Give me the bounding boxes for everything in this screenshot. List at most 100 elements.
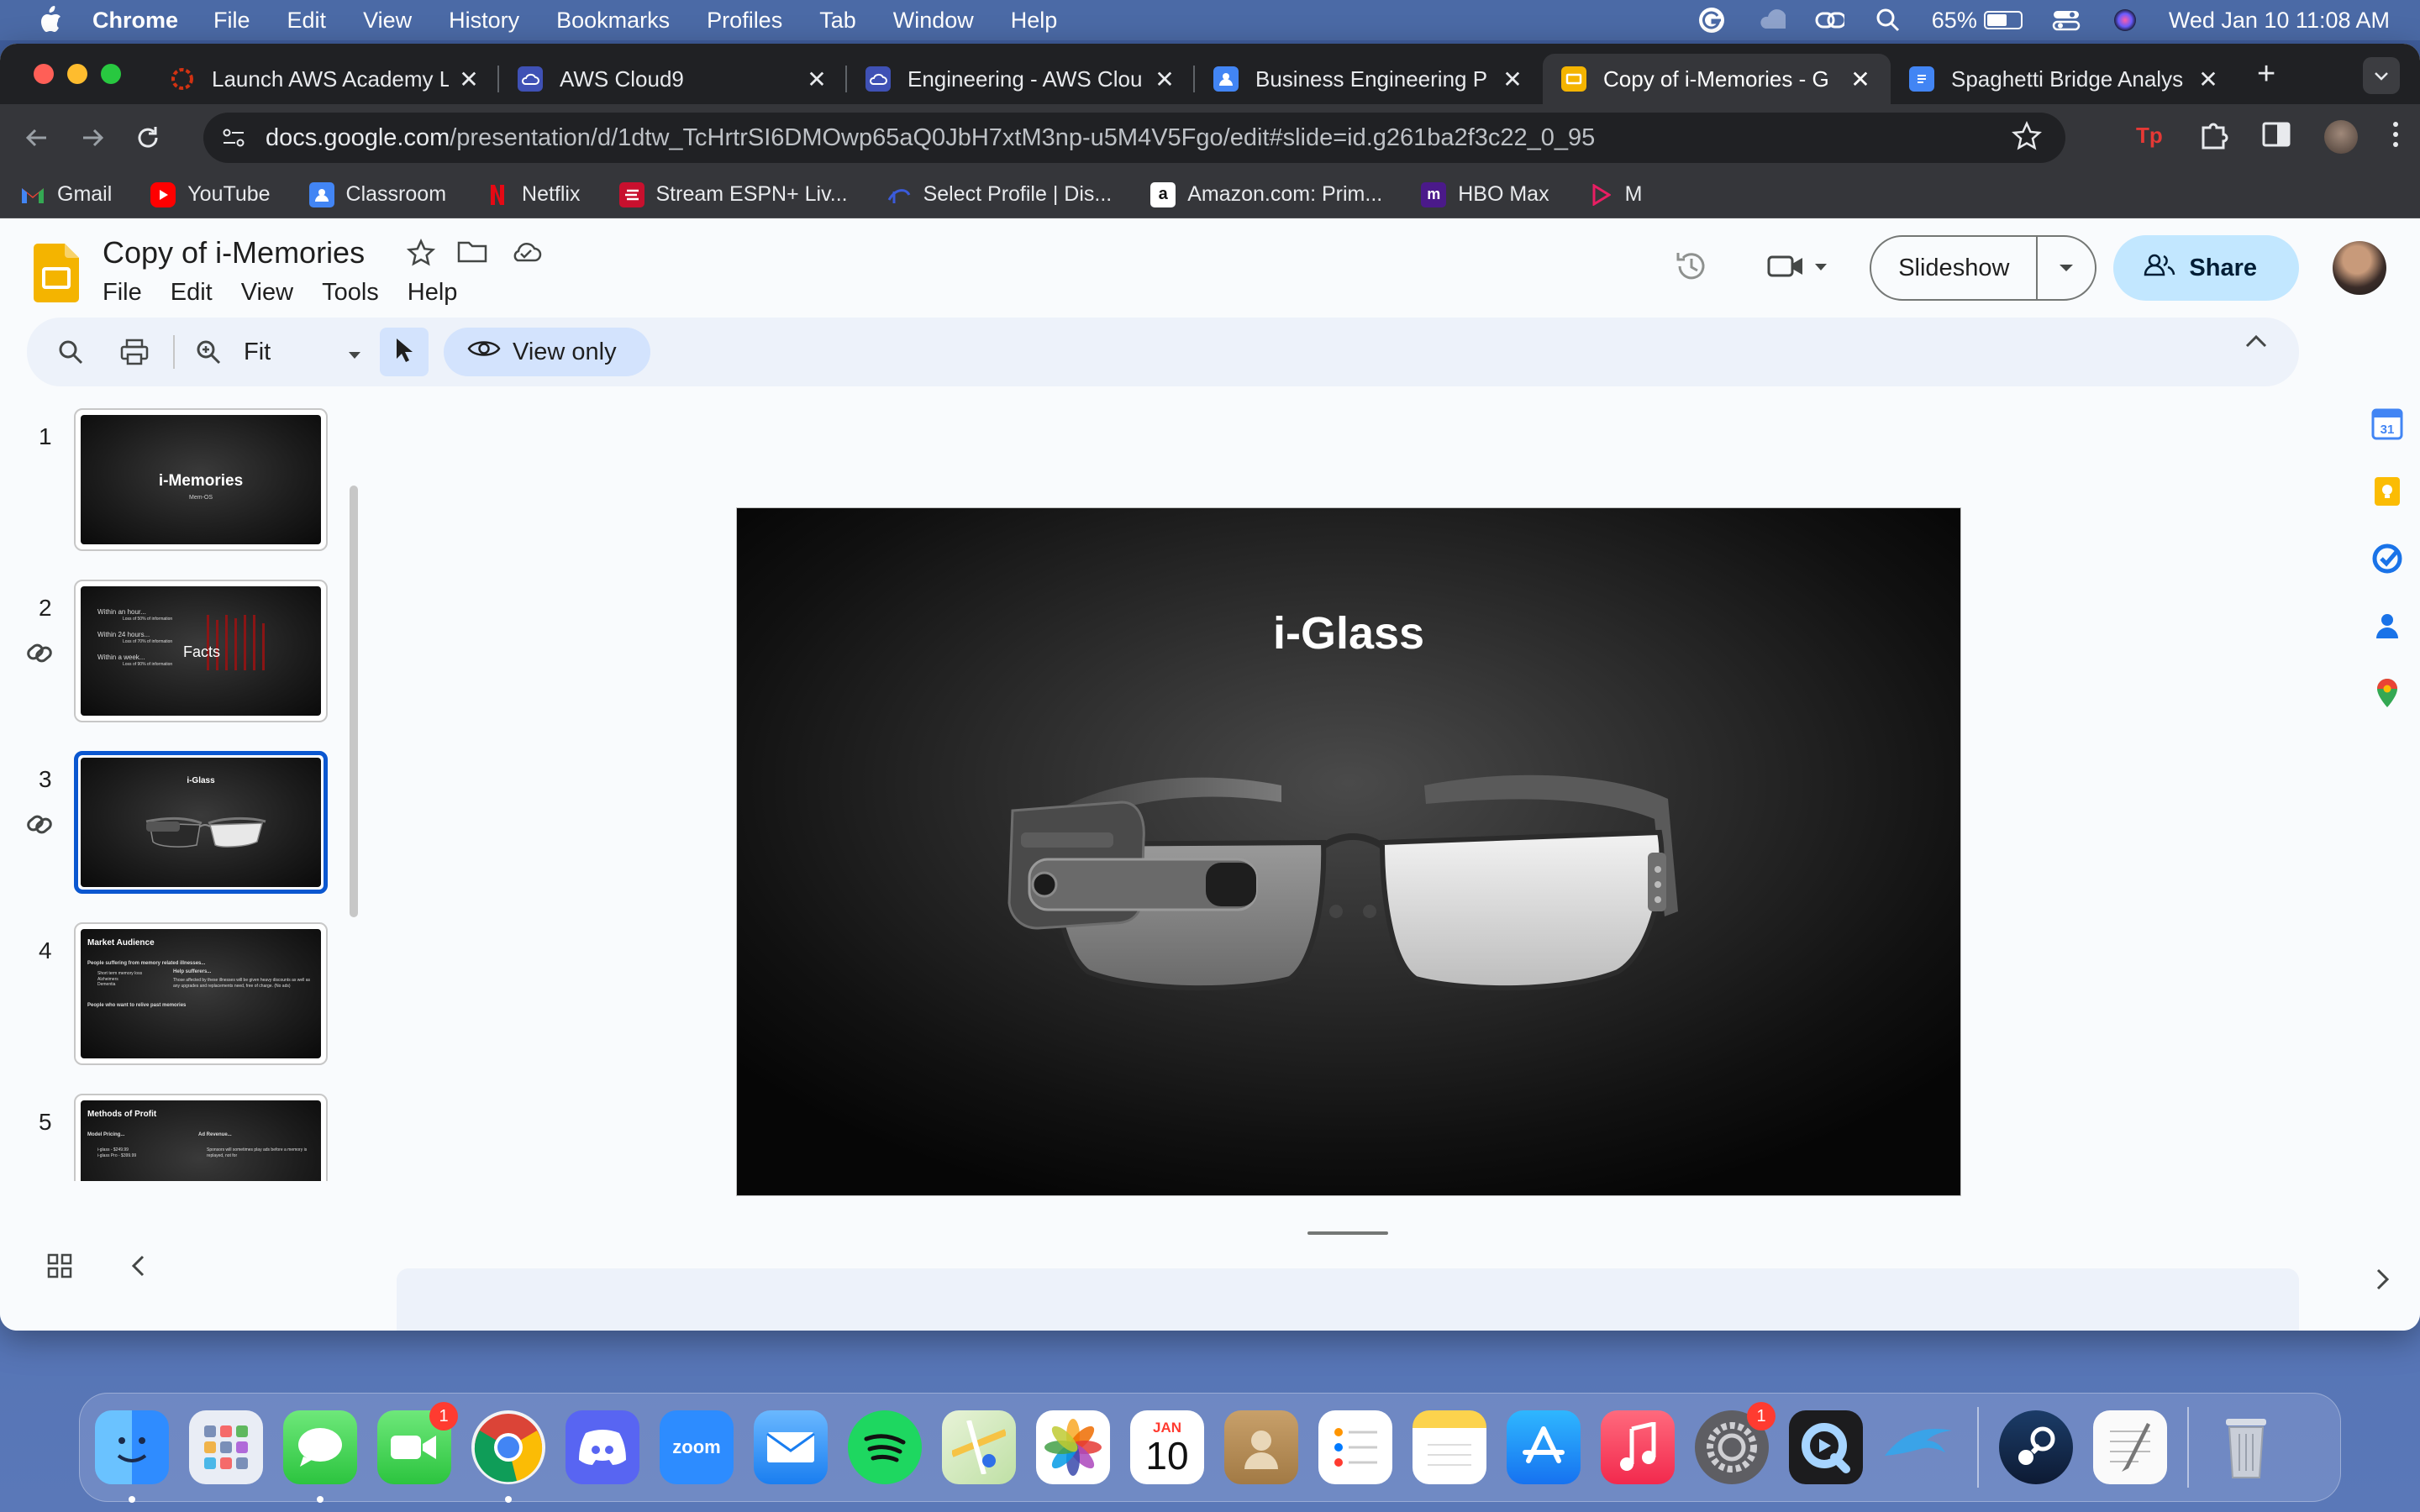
app-store-icon[interactable] [1507, 1410, 1581, 1484]
siri-icon[interactable] [2110, 8, 2140, 33]
maps-pin-icon[interactable] [2371, 677, 2403, 709]
chrome-menu-icon[interactable] [2391, 120, 2400, 153]
spotify-icon[interactable] [848, 1410, 922, 1484]
reminders-icon[interactable] [1318, 1410, 1392, 1484]
menubar-profiles[interactable]: Profiles [707, 8, 782, 34]
bookmark-espn[interactable]: Stream ESPN+ Liv... [618, 181, 848, 207]
star-icon[interactable] [406, 238, 436, 271]
settings-icon[interactable]: 1 [1695, 1402, 1776, 1484]
zoom-window-button[interactable] [101, 64, 121, 84]
tab-business-engineering[interactable]: Business Engineering P ✕ [1195, 54, 1543, 104]
menubar-history[interactable]: History [449, 8, 519, 34]
tab-launch-aws-academy[interactable]: Launch AWS Academy L ✕ [151, 54, 499, 104]
tasks-icon[interactable] [2371, 543, 2403, 575]
meet-button[interactable] [1767, 253, 1828, 284]
search-menus-icon[interactable] [50, 332, 91, 372]
active-app-name[interactable]: Chrome [92, 8, 178, 34]
reload-icon[interactable] [129, 119, 166, 156]
slideshow-options-dropdown[interactable] [2038, 264, 2095, 272]
docs-menu-file[interactable]: File [103, 279, 142, 307]
calendar-icon[interactable]: 31 [2371, 408, 2403, 440]
minimize-window-button[interactable] [67, 64, 87, 84]
spotlight-search-icon[interactable] [1873, 8, 1903, 33]
document-title[interactable]: Copy of i-Memories [103, 235, 365, 270]
tab-close-icon[interactable]: ✕ [2196, 66, 2220, 93]
launchpad-icon[interactable] [189, 1410, 263, 1484]
share-button[interactable]: Share [2113, 235, 2299, 301]
bookmark-netflix[interactable]: Netflix [485, 182, 581, 207]
finder-icon[interactable] [95, 1410, 169, 1503]
grid-view-icon[interactable] [47, 1253, 72, 1283]
collapse-filmstrip-icon[interactable] [131, 1255, 145, 1281]
tab-close-icon[interactable]: ✕ [1153, 66, 1176, 93]
quicktime-icon[interactable] [1789, 1410, 1863, 1484]
photos-icon[interactable] [1036, 1410, 1110, 1484]
menubar-tab[interactable]: Tab [819, 8, 856, 34]
bookmark-disney[interactable]: Select Profile | Dis... [886, 182, 1112, 207]
print-icon[interactable] [114, 332, 155, 372]
docs-menu-view[interactable]: View [241, 279, 293, 307]
menubar-clock[interactable]: Wed Jan 10 11:08 AM [2169, 8, 2390, 34]
maps-icon[interactable] [942, 1410, 1016, 1484]
zoom-select[interactable]: Fit [244, 339, 361, 366]
mail-icon[interactable] [754, 1410, 828, 1484]
view-only-badge[interactable]: View only [444, 328, 650, 376]
calendar-icon[interactable]: JAN 10 [1130, 1410, 1204, 1484]
menubar-bookmarks[interactable]: Bookmarks [556, 8, 670, 34]
new-tab-button[interactable]: + [2257, 56, 2275, 92]
account-avatar[interactable] [2333, 241, 2386, 295]
speaker-notes-panel[interactable] [397, 1268, 2299, 1331]
control-center-icon[interactable] [2051, 8, 2081, 33]
contacts-icon[interactable] [2371, 610, 2403, 642]
extensions-puzzle-icon[interactable] [2198, 119, 2228, 154]
slide-canvas[interactable]: i-Glass [736, 507, 1961, 1196]
tab-spaghetti-bridge[interactable]: Spaghetti Bridge Analys ✕ [1891, 54, 2238, 104]
tab-search-icon[interactable] [2363, 57, 2400, 94]
back-arrow-icon[interactable] [18, 119, 55, 156]
bookmark-star-icon[interactable] [2011, 120, 2043, 158]
steam-icon[interactable] [1999, 1410, 2073, 1484]
tab-copy-of-i-memories[interactable]: Copy of i-Memories - G ✕ [1543, 54, 1891, 104]
version-history-icon[interactable] [1673, 248, 1710, 289]
bookmark-amazon[interactable]: a Amazon.com: Prim... [1150, 181, 1382, 207]
apple-menu-icon[interactable] [34, 3, 67, 37]
contacts-icon[interactable] [1224, 1410, 1298, 1484]
tab-close-icon[interactable]: ✕ [1849, 66, 1872, 93]
bookmark-youtube[interactable]: YouTube [150, 181, 271, 207]
cloud-status-icon[interactable] [509, 239, 543, 271]
messages-icon[interactable] [283, 1410, 357, 1503]
bookmark-gmail[interactable]: Gmail [20, 182, 112, 207]
select-tool-button[interactable] [380, 328, 429, 376]
tab-close-icon[interactable]: ✕ [805, 66, 829, 93]
tab-close-icon[interactable]: ✕ [457, 66, 481, 93]
textedit-icon[interactable] [2093, 1410, 2167, 1484]
slide-thumbnail-5[interactable]: Methods of Profit Model Pricing... i-gla… [74, 1094, 328, 1181]
address-bar[interactable]: docs.google.com/presentation/d/1dtw_TcHr… [203, 113, 2065, 163]
slide-thumbnail-1[interactable]: i-Memories Mem-OS [74, 408, 328, 551]
expand-side-panel-icon[interactable] [2376, 1268, 2390, 1294]
slide-thumbnail-3[interactable]: i-Glass [74, 751, 328, 894]
tab-close-icon[interactable]: ✕ [1501, 66, 1524, 93]
close-window-button[interactable] [34, 64, 54, 84]
notes-resize-handle[interactable] [1307, 1231, 1388, 1235]
docs-menu-edit[interactable]: Edit [171, 279, 213, 307]
slide-thumbnail-2[interactable]: Within an hour... Loss of 50% of informa… [74, 580, 328, 722]
docs-menu-help[interactable]: Help [408, 279, 458, 307]
menubar-file[interactable]: File [213, 8, 250, 34]
slides-logo-icon[interactable] [34, 244, 79, 302]
icloud-icon[interactable] [1755, 8, 1786, 33]
slide-thumbnail-4[interactable]: Market Audience People suffering from me… [74, 922, 328, 1065]
move-folder-icon[interactable] [457, 239, 487, 271]
menubar-window[interactable]: Window [893, 8, 974, 34]
docs-menu-tools[interactable]: Tools [322, 279, 379, 307]
filmstrip-scrollbar[interactable] [350, 486, 358, 917]
tab-aws-cloud9[interactable]: AWS Cloud9 ✕ [499, 54, 847, 104]
menubar-view[interactable]: View [363, 8, 412, 34]
music-icon[interactable] [1601, 1410, 1675, 1484]
battery-indicator[interactable]: 65% [1932, 8, 2023, 34]
extension-tp-icon[interactable]: Tp [2134, 121, 2165, 152]
dolphin-icon[interactable] [1883, 1410, 1957, 1484]
menubar-help[interactable]: Help [1011, 8, 1058, 34]
tab-engineering-aws-cloud[interactable]: Engineering - AWS Clou ✕ [847, 54, 1195, 104]
site-info-icon[interactable] [217, 121, 250, 155]
